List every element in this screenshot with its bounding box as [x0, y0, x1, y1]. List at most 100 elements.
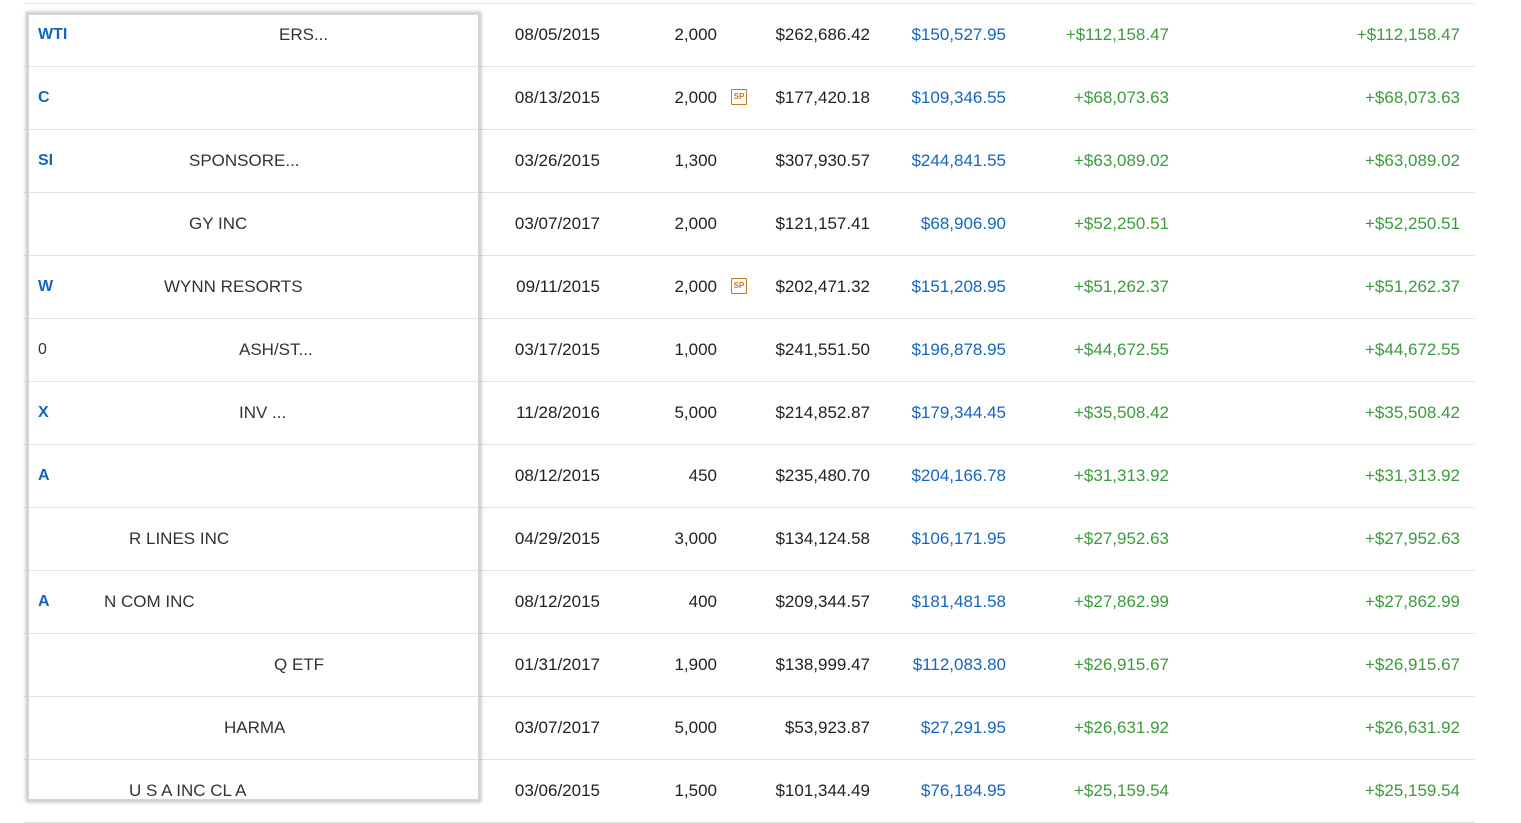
gain-loss-cell: +$68,073.63 — [1073, 88, 1169, 107]
gain-loss-cell: +$51,262.37 — [1073, 277, 1169, 296]
quantity-cell: 2,000 — [674, 88, 717, 107]
gain-loss-cell: +$35,508.42 — [1073, 403, 1169, 422]
market-value-link[interactable]: $181,481.58 — [884, 571, 1006, 633]
table-row[interactable]: 0 ASH/ST... 03/17/2015 1,000 $241,551.50 $196… — [24, 319, 1475, 382]
table-row[interactable]: A 08/12/2015 450 $235,480.70 $204,166.78 +$31… — [24, 445, 1475, 508]
total-gain-loss-cell: +$44,672.55 — [1364, 340, 1460, 359]
acquired-date-cell: 04/29/2015 — [514, 529, 600, 548]
description-cell: INV ... — [239, 403, 287, 422]
total-gain-loss-cell: +$27,952.63 — [1364, 529, 1460, 548]
description-cell: SPONSORE... — [189, 151, 300, 170]
gain-loss-cell: +$27,862.99 — [1073, 592, 1169, 611]
description-cell: WYNN RESORTS — [164, 277, 303, 296]
quantity-cell: 2,000 — [674, 25, 717, 44]
gain-loss-cell: +$26,631.92 — [1073, 718, 1169, 737]
total-gain-loss-cell: +$26,631.92 — [1364, 718, 1460, 737]
acquired-date-cell: 03/17/2015 — [514, 340, 600, 359]
table-row[interactable]: AN COM INC 08/12/2015 400 $209,344.57 $181,4… — [24, 571, 1475, 634]
cost-basis-cell: $235,480.70 — [775, 466, 870, 485]
total-gain-loss-cell: +$27,862.99 — [1364, 592, 1460, 611]
table-row[interactable]: Q ETF 01/31/2017 1,900 $138,999.47 $112,083.… — [24, 634, 1475, 697]
market-value-link[interactable]: $27,291.95 — [884, 697, 1006, 759]
total-gain-loss-cell: +$25,159.54 — [1364, 781, 1460, 800]
market-value-link[interactable]: $151,208.95 — [884, 256, 1006, 318]
gain-loss-cell: +$44,672.55 — [1073, 340, 1169, 359]
market-value-link[interactable]: $109,346.55 — [884, 67, 1006, 129]
market-value-link[interactable]: $112,083.80 — [884, 634, 1006, 696]
acquired-date-cell: 03/07/2017 — [514, 214, 600, 233]
market-value-link[interactable]: $150,527.95 — [884, 4, 1006, 66]
cost-basis-cell: $241,551.50 — [775, 340, 870, 359]
cost-basis-cell: $214,852.87 — [775, 403, 870, 422]
cost-basis-cell: $121,157.41 — [775, 214, 870, 233]
total-gain-loss-cell: +$51,262.37 — [1364, 277, 1460, 296]
quantity-cell: 1,500 — [674, 781, 717, 800]
acquired-date-cell: 01/31/2017 — [514, 655, 600, 674]
description-cell: GY INC — [189, 214, 248, 233]
acquired-date-cell: 03/06/2015 — [514, 781, 600, 800]
gain-loss-cell: +$112,158.47 — [1065, 25, 1169, 44]
table-row[interactable]: HARMA 03/07/2017 5,000 $53,923.87 $27,291.95… — [24, 697, 1475, 760]
quantity-cell: 450 — [688, 466, 717, 485]
acquired-date-cell: 08/12/2015 — [514, 592, 600, 611]
acquired-date-cell: 08/05/2015 — [514, 25, 600, 44]
cost-basis-cell: $262,686.42 — [775, 25, 870, 44]
total-gain-loss-cell: +$63,089.02 — [1364, 151, 1460, 170]
gain-loss-cell: +$31,313.92 — [1073, 466, 1169, 485]
market-value-link[interactable]: $244,841.55 — [884, 130, 1006, 192]
quantity-cell: 5,000 — [674, 718, 717, 737]
market-value-link[interactable]: $68,906.90 — [884, 193, 1006, 255]
table-row[interactable]: X INV ... 11/28/2016 5,000 $214,852.87 $179,3… — [24, 382, 1475, 445]
total-gain-loss-cell: +$52,250.51 — [1364, 214, 1460, 233]
gain-loss-cell: +$25,159.54 — [1073, 781, 1169, 800]
table-row[interactable]: SI SPONSORE... 03/26/2015 1,300 $307,930.57 $… — [24, 130, 1475, 193]
description-cell — [24, 445, 474, 507]
acquired-date-cell: 08/12/2015 — [514, 466, 600, 485]
quantity-cell: 1,300 — [674, 151, 717, 170]
total-gain-loss-cell: +$31,313.92 — [1364, 466, 1460, 485]
market-value-link[interactable]: $76,184.95 — [884, 760, 1006, 822]
cost-basis-cell: $134,124.58 — [775, 529, 870, 548]
quantity-cell: 2,000 — [674, 277, 717, 296]
acquired-date-cell: 11/28/2016 — [516, 403, 600, 422]
quantity-cell: 2,000 — [674, 214, 717, 233]
cost-basis-cell: $53,923.87 — [784, 718, 870, 737]
acquired-date-cell: 03/26/2015 — [514, 151, 600, 170]
description-cell: ASH/ST... — [239, 340, 313, 359]
cost-basis-cell: $101,344.49 — [775, 781, 870, 800]
total-gain-loss-cell: +$112,158.47 — [1356, 25, 1460, 44]
gain-loss-cell: +$26,915.67 — [1073, 655, 1169, 674]
gain-loss-cell: +$63,089.02 — [1073, 151, 1169, 170]
market-value-link[interactable]: $179,344.45 — [884, 382, 1006, 444]
gain-loss-cell: +$52,250.51 — [1073, 214, 1169, 233]
description-cell: R LINES INC — [129, 529, 230, 548]
market-value-link[interactable]: $196,878.95 — [884, 319, 1006, 381]
market-value-link[interactable]: $204,166.78 — [884, 445, 1006, 507]
cost-basis-cell: $209,344.57 — [775, 592, 870, 611]
table-row[interactable]: GY INC 03/07/2017 2,000 $121,157.41 $68,906.… — [24, 193, 1475, 256]
acquired-date-cell: 03/07/2017 — [514, 718, 600, 737]
description-cell: HARMA — [224, 718, 286, 737]
quantity-cell: 1,900 — [674, 655, 717, 674]
quantity-cell: 1,000 — [674, 340, 717, 359]
cost-basis-cell: $177,420.18 — [775, 88, 870, 107]
table-row[interactable]: W WYNN RESORTS 09/11/2015 2,000 SP $202,471.3… — [24, 256, 1475, 319]
cost-basis-cell: $138,999.47 — [775, 655, 870, 674]
table-row[interactable]: R LINES INC 04/29/2015 3,000 $134,124.58 $10… — [24, 508, 1475, 571]
table-row[interactable]: WTI ERS... 08/05/2015 2,000 $262,686.42 $150,… — [24, 4, 1475, 67]
total-gain-loss-cell: +$68,073.63 — [1364, 88, 1460, 107]
acquired-date-cell: 09/11/2015 — [516, 277, 600, 296]
description-cell: Q ETF — [274, 655, 325, 674]
description-cell — [24, 67, 474, 129]
description-cell: ERS... — [279, 25, 329, 44]
description-cell: N COM INC — [104, 592, 195, 611]
total-gain-loss-cell: +$35,508.42 — [1364, 403, 1460, 422]
quantity-cell: 5,000 — [674, 403, 717, 422]
acquired-date-cell: 08/13/2015 — [514, 88, 600, 107]
total-gain-loss-cell: +$26,915.67 — [1364, 655, 1460, 674]
holdings-table: WTI ERS... 08/05/2015 2,000 $262,686.42 $150,… — [24, 3, 1475, 823]
cost-basis-cell: $202,471.32 — [775, 277, 870, 296]
market-value-link[interactable]: $106,171.95 — [884, 508, 1006, 570]
table-row[interactable]: C 08/13/2015 2,000 SP $177,420.18 $109,346.55… — [24, 67, 1475, 130]
description-cell: U S A INC CL A — [129, 781, 247, 800]
